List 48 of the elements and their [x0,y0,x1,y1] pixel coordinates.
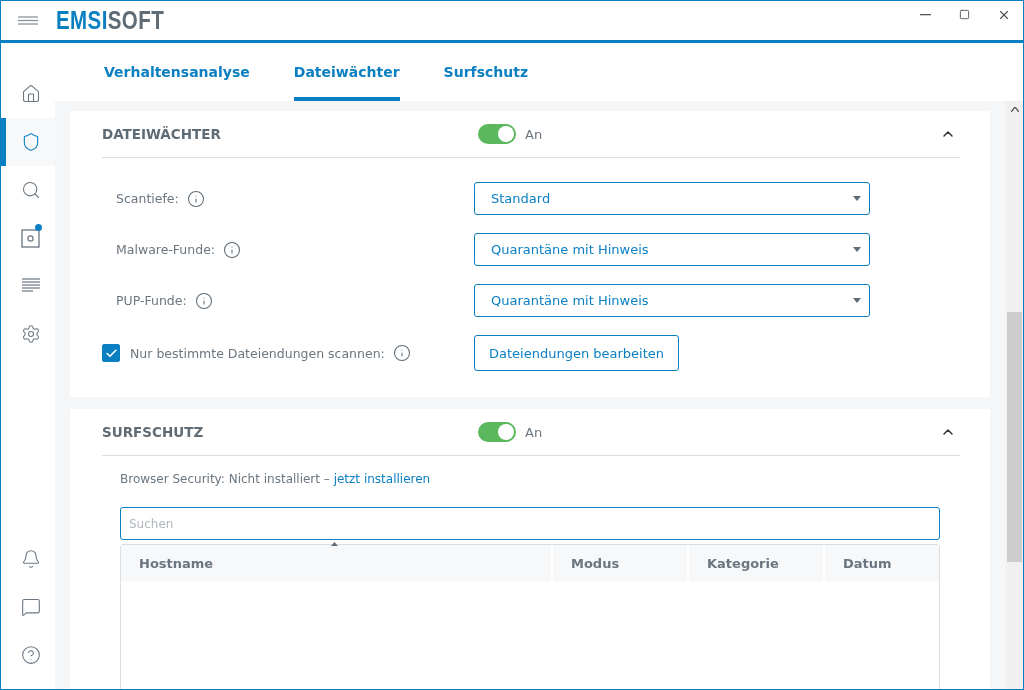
scroll-up-icon [1010,107,1019,112]
setting-label: Scantiefe: [116,191,179,206]
menu-icon[interactable] [18,16,38,25]
toggle-label: An [525,126,543,142]
checkbox[interactable] [102,344,120,362]
tab[interactable]: Verhaltensanalyse [104,43,250,101]
search-icon [20,180,41,200]
toggle-label: An [525,424,543,440]
chat-icon [20,597,41,617]
setting-label: PUP-Funde: [116,293,187,308]
toggle-switch[interactable] [478,124,516,144]
settings-icon [20,324,41,344]
dropdown[interactable]: Standard [474,182,870,215]
info-icon[interactable] [392,344,411,362]
section-title: SURFSCHUTZ [102,424,205,440]
column-header[interactable]: Modus [551,545,687,581]
minimize-icon [920,13,931,16]
tab[interactable]: Dateiwächter [293,43,400,101]
column-header[interactable]: Kategorie [687,545,823,581]
list-icon [20,278,41,294]
info-icon[interactable] [194,291,213,310]
tab[interactable]: Surfschutz [443,43,529,101]
check-icon [104,346,118,360]
install-link[interactable]: jetzt installieren [333,472,431,486]
caret-icon [853,298,861,303]
caret-icon [853,247,861,252]
scrollbar[interactable] [1006,101,1023,689]
edit-extensions-button[interactable]: Dateiendungen bearbeiten [474,335,680,371]
info-icon[interactable] [223,240,242,259]
search-field[interactable]: Suchen [120,507,940,540]
help-icon [20,645,41,665]
sidebar-item[interactable] [1,118,55,166]
setting-label: Malware-Funde: [116,242,216,257]
column-header[interactable]: Datum [823,545,939,581]
dropdown[interactable]: Quarantäne mit Hinweis [474,284,870,317]
quarantine-icon [20,228,41,248]
caret-icon [853,196,861,201]
setting-label: Nur bestimmte Dateiendungen scannen: [130,345,385,361]
logo: EMSISOFT [56,6,165,35]
info-icon[interactable] [186,189,205,208]
status-text: Browser Security: Nicht installiert – jetzt installieren [120,472,432,486]
section-title: DATEIWÄCHTER [102,126,222,142]
maximize-icon [959,9,970,20]
dropdown[interactable]: Quarantäne mit Hinweis [474,233,870,266]
bell-icon [20,549,41,569]
home-icon [20,84,41,104]
column-header[interactable]: Hostname [121,545,551,581]
toggle-switch[interactable] [478,422,516,442]
